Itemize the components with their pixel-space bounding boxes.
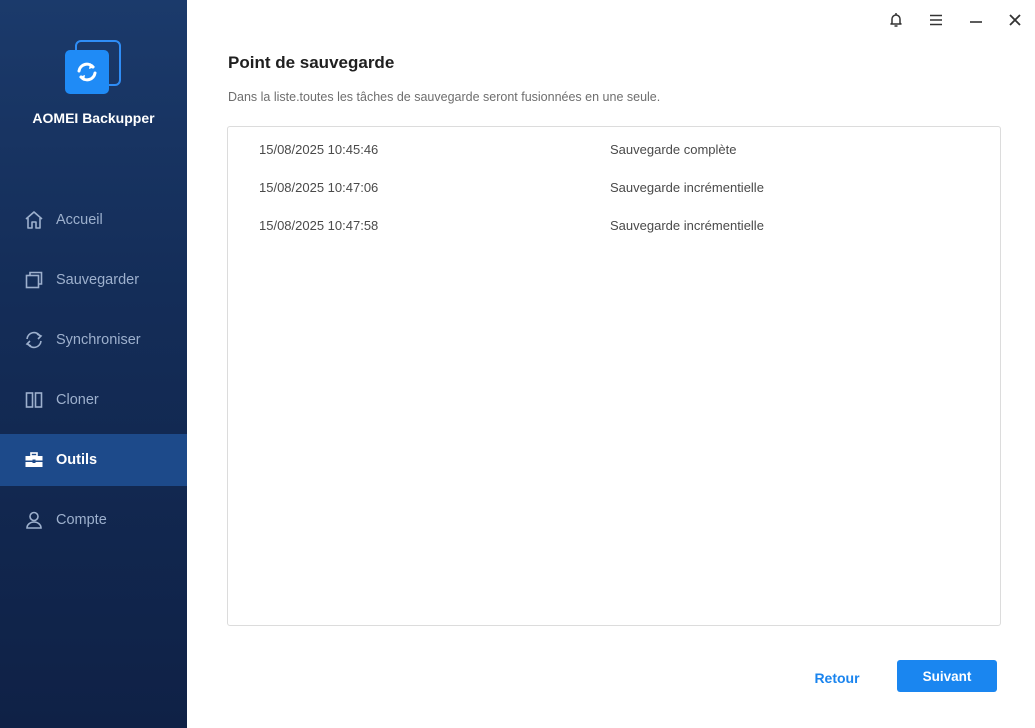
backup-type: Sauvegarde incrémentielle xyxy=(610,179,764,195)
list-item[interactable]: 15/08/2025 10:47:06 Sauvegarde incrément… xyxy=(228,168,1000,206)
minimize-icon[interactable] xyxy=(963,8,989,32)
backup-point-list[interactable]: 15/08/2025 10:45:46 Sauvegarde complète … xyxy=(227,126,1001,626)
sidebar-item-label: Accueil xyxy=(56,212,103,228)
sidebar-item-outils[interactable]: Outils xyxy=(0,434,187,486)
sync-icon xyxy=(23,329,45,351)
sidebar-item-cloner[interactable]: Cloner xyxy=(0,374,187,426)
clone-icon xyxy=(23,389,45,411)
sidebar: AOMEI Backupper Accueil Sauvegarder Sync… xyxy=(0,0,187,728)
backup-date: 15/08/2025 10:45:46 xyxy=(259,141,379,157)
page-title: Point de sauvegarde xyxy=(228,53,395,72)
sidebar-item-label: Synchroniser xyxy=(56,332,141,348)
app-name: AOMEI Backupper xyxy=(32,110,155,126)
backup-type: Sauvegarde complète xyxy=(610,141,737,157)
app-logo-icon xyxy=(63,38,123,96)
user-icon xyxy=(23,509,45,531)
sidebar-item-label: Sauvegarder xyxy=(56,272,140,288)
sidebar-item-sauvegarder[interactable]: Sauvegarder xyxy=(0,254,187,306)
menu-icon[interactable] xyxy=(923,8,949,32)
close-icon[interactable] xyxy=(1002,8,1028,32)
list-item[interactable]: 15/08/2025 10:47:58 Sauvegarde incrément… xyxy=(228,206,1000,244)
backup-date: 15/08/2025 10:47:06 xyxy=(259,179,379,195)
home-icon xyxy=(23,209,45,231)
next-button[interactable]: Suivant xyxy=(897,660,997,692)
sidebar-nav: Accueil Sauvegarder Synchroniser Cloner … xyxy=(0,194,187,554)
backup-icon xyxy=(23,269,45,291)
sidebar-item-compte[interactable]: Compte xyxy=(0,494,187,546)
list-item[interactable]: 15/08/2025 10:45:46 Sauvegarde complète xyxy=(228,130,1000,168)
sidebar-item-synchroniser[interactable]: Synchroniser xyxy=(0,314,187,366)
bell-icon[interactable] xyxy=(883,8,909,32)
sidebar-item-label: Compte xyxy=(56,512,107,528)
toolbox-icon xyxy=(23,449,45,471)
sidebar-item-label: Cloner xyxy=(56,392,99,408)
page-subtitle: Dans la liste.toutes les tâches de sauve… xyxy=(228,90,661,104)
sidebar-item-label: Outils xyxy=(56,452,98,468)
back-button[interactable]: Retour xyxy=(797,664,877,692)
backup-type: Sauvegarde incrémentielle xyxy=(610,217,764,233)
backup-date: 15/08/2025 10:47:58 xyxy=(259,217,379,233)
sidebar-item-accueil[interactable]: Accueil xyxy=(0,194,187,246)
